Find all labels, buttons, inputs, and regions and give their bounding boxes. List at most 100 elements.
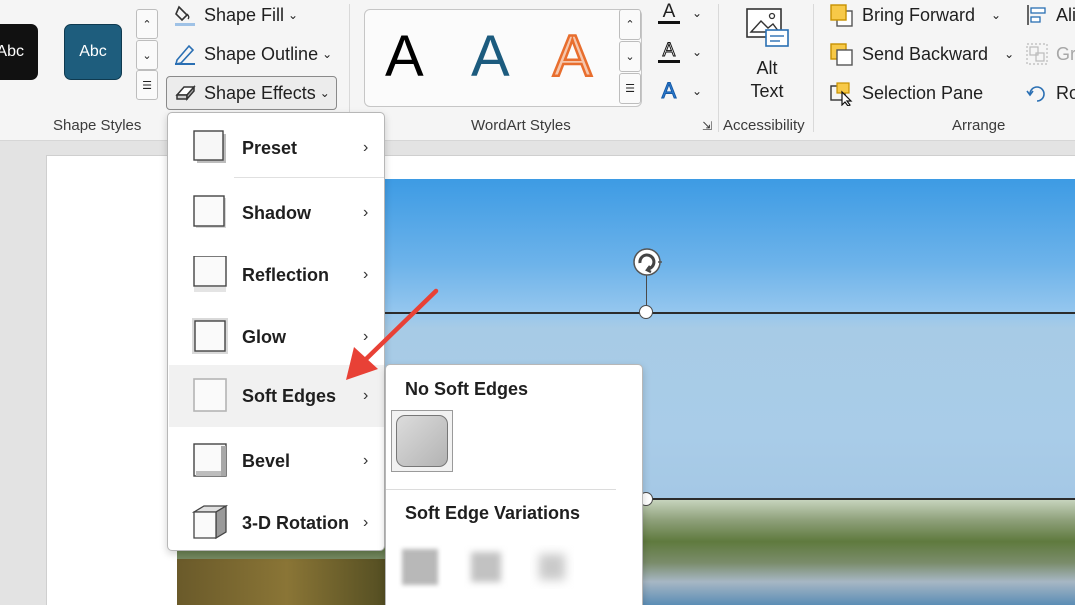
chevron-right-icon: › <box>363 204 369 221</box>
shadow-effect-icon <box>192 194 228 230</box>
shape-outline-label: Shape Outline <box>204 43 319 64</box>
reflection-effect-icon <box>192 255 228 292</box>
text-fill-button[interactable]: A ⌄ <box>656 1 702 25</box>
group-separator <box>718 4 719 132</box>
preset-effect-icon <box>192 129 228 165</box>
text-fill-icon: A <box>656 1 682 25</box>
chevron-right-icon: › <box>363 139 369 156</box>
shape-styles-group-label: Shape Styles <box>53 117 142 134</box>
chevron-down-icon: ⌄ <box>142 49 152 62</box>
text-outline-button[interactable]: A ⌄ <box>656 40 702 64</box>
bring-forward-icon <box>830 4 853 27</box>
align-icon <box>1026 4 1048 26</box>
shape-outline-button[interactable]: Shape Outline ⌄ <box>172 42 332 66</box>
photo-foreground-trees <box>177 559 397 605</box>
bring-forward-label: Bring Forward <box>862 4 976 25</box>
text-outline-icon: A <box>656 40 682 64</box>
shape-styles-scroll-up-button[interactable]: ⌃ <box>136 9 158 39</box>
shape-styles-scroll-down-button[interactable]: ⌄ <box>136 40 158 70</box>
shape-style-thumb-teal[interactable]: Abc <box>64 24 122 80</box>
wordart-scroll-down-button[interactable]: ⌄ <box>619 41 641 72</box>
alt-text-button[interactable]: Alt Text <box>741 6 793 101</box>
menu-item-label: 3-D Rotation <box>242 512 349 533</box>
red-annotation-arrow-icon <box>346 288 439 380</box>
resize-handle-top[interactable] <box>639 305 653 319</box>
shape-fill-button[interactable]: Shape Fill ⌄ <box>172 3 298 27</box>
chevron-down-icon: ⌄ <box>322 47 333 61</box>
paint-bucket-icon <box>172 3 198 27</box>
menu-item-3d-rotation[interactable]: 3-D Rotation › <box>169 492 384 554</box>
soft-edge-variations-heading: Soft Edge Variations <box>405 503 581 523</box>
wordart-more-button[interactable]: ☰ <box>619 73 641 104</box>
chevron-down-icon: ⌄ <box>692 84 703 98</box>
soft-edges-effect-icon <box>192 377 228 413</box>
dialog-launcher-icon[interactable]: ⇲ <box>702 119 712 133</box>
glow-effect-icon <box>192 318 228 354</box>
text-outline-glyph: A <box>662 39 676 61</box>
rotate-icon <box>1026 82 1048 104</box>
menu-item-label: Shadow <box>242 202 312 223</box>
menu-item-label: Reflection <box>242 264 330 285</box>
selection-pane-button[interactable]: Selection Pane <box>830 82 983 107</box>
shape-styles-more-button[interactable]: ☰ <box>136 70 158 100</box>
group-button[interactable]: Gr <box>1026 43 1075 65</box>
soft-edge-variation-3[interactable] <box>530 545 574 589</box>
wordart-styles-group-label: WordArt Styles <box>471 117 571 134</box>
chevron-down-icon: ⌄ <box>692 45 703 59</box>
align-button[interactable]: Ali <box>1026 4 1075 26</box>
menu-item-label: Preset <box>242 137 298 158</box>
wordart-scroll-up-button[interactable]: ⌃ <box>619 9 641 40</box>
arrange-group-label: Arrange <box>952 117 1006 134</box>
send-backward-label: Send Backward <box>862 43 989 64</box>
bring-forward-button[interactable]: Bring Forward ⌄ <box>830 4 1002 27</box>
soft-edge-variation-2[interactable] <box>464 545 508 589</box>
shape-style-thumb-label: Abc <box>79 43 107 60</box>
align-label: Ali <box>1056 4 1075 25</box>
shape-effects-button[interactable]: Shape Effects ⌄ <box>166 76 337 110</box>
chevron-right-icon: › <box>363 452 369 469</box>
shape-style-thumb-label: Abc <box>0 43 24 60</box>
wordart-sample-blue[interactable]: A <box>471 28 510 86</box>
menu-item-shadow[interactable]: Shadow › <box>169 182 384 244</box>
chevron-down-icon: ⌄ <box>692 6 703 20</box>
menu-item-bevel[interactable]: Bevel › <box>169 430 384 492</box>
shape-fill-label: Shape Fill <box>204 4 285 25</box>
chevron-down-icon: ⌄ <box>1004 47 1015 61</box>
chevron-down-icon: ⌄ <box>991 8 1002 22</box>
group-separator <box>813 4 814 132</box>
no-soft-edges-option[interactable] <box>391 410 453 472</box>
selection-pane-icon <box>830 82 853 107</box>
chevron-down-icon: ⌄ <box>288 8 299 22</box>
text-fill-glyph: A <box>662 0 676 22</box>
send-backward-icon <box>830 43 853 66</box>
no-soft-edges-preview <box>396 415 448 467</box>
shape-effects-label: Shape Effects <box>204 82 316 103</box>
group-objects-icon <box>1026 43 1048 65</box>
shape-style-thumb-black[interactable]: Abc <box>0 24 38 80</box>
alt-text-label-2: Text <box>750 81 784 101</box>
chevron-down-icon: ⌄ <box>319 86 330 100</box>
alt-text-label-1: Alt <box>756 58 778 78</box>
menu-divider <box>234 177 384 178</box>
soft-edges-submenu: No Soft Edges Soft Edge Variations <box>385 364 643 605</box>
alt-text-icon <box>746 8 789 47</box>
wordart-sample-orange[interactable]: A <box>552 26 593 87</box>
chevron-right-icon: › <box>363 266 369 283</box>
wordart-sample-black[interactable]: A <box>385 28 424 86</box>
chevron-up-icon: ⌃ <box>625 19 635 31</box>
soft-edge-variation-1[interactable] <box>398 545 442 589</box>
wordart-gallery: A A A <box>364 9 642 107</box>
pen-icon <box>172 42 198 66</box>
chevron-down-icon: ⌄ <box>625 51 635 63</box>
rotate-handle-icon[interactable] <box>631 246 663 278</box>
group-label: Gr <box>1056 43 1075 64</box>
menu-item-label: Soft Edges <box>242 385 337 406</box>
rotate-button[interactable]: Ro <box>1026 82 1075 104</box>
text-effects-button[interactable]: A ⌄ <box>656 78 703 104</box>
shape-effects-icon <box>172 81 198 105</box>
menu-item-preset[interactable]: Preset › <box>169 117 384 179</box>
rotate-label: Ro <box>1056 82 1075 103</box>
more-icon: ☰ <box>625 83 635 95</box>
submenu-divider <box>386 489 616 490</box>
send-backward-button[interactable]: Send Backward ⌄ <box>830 43 1015 66</box>
